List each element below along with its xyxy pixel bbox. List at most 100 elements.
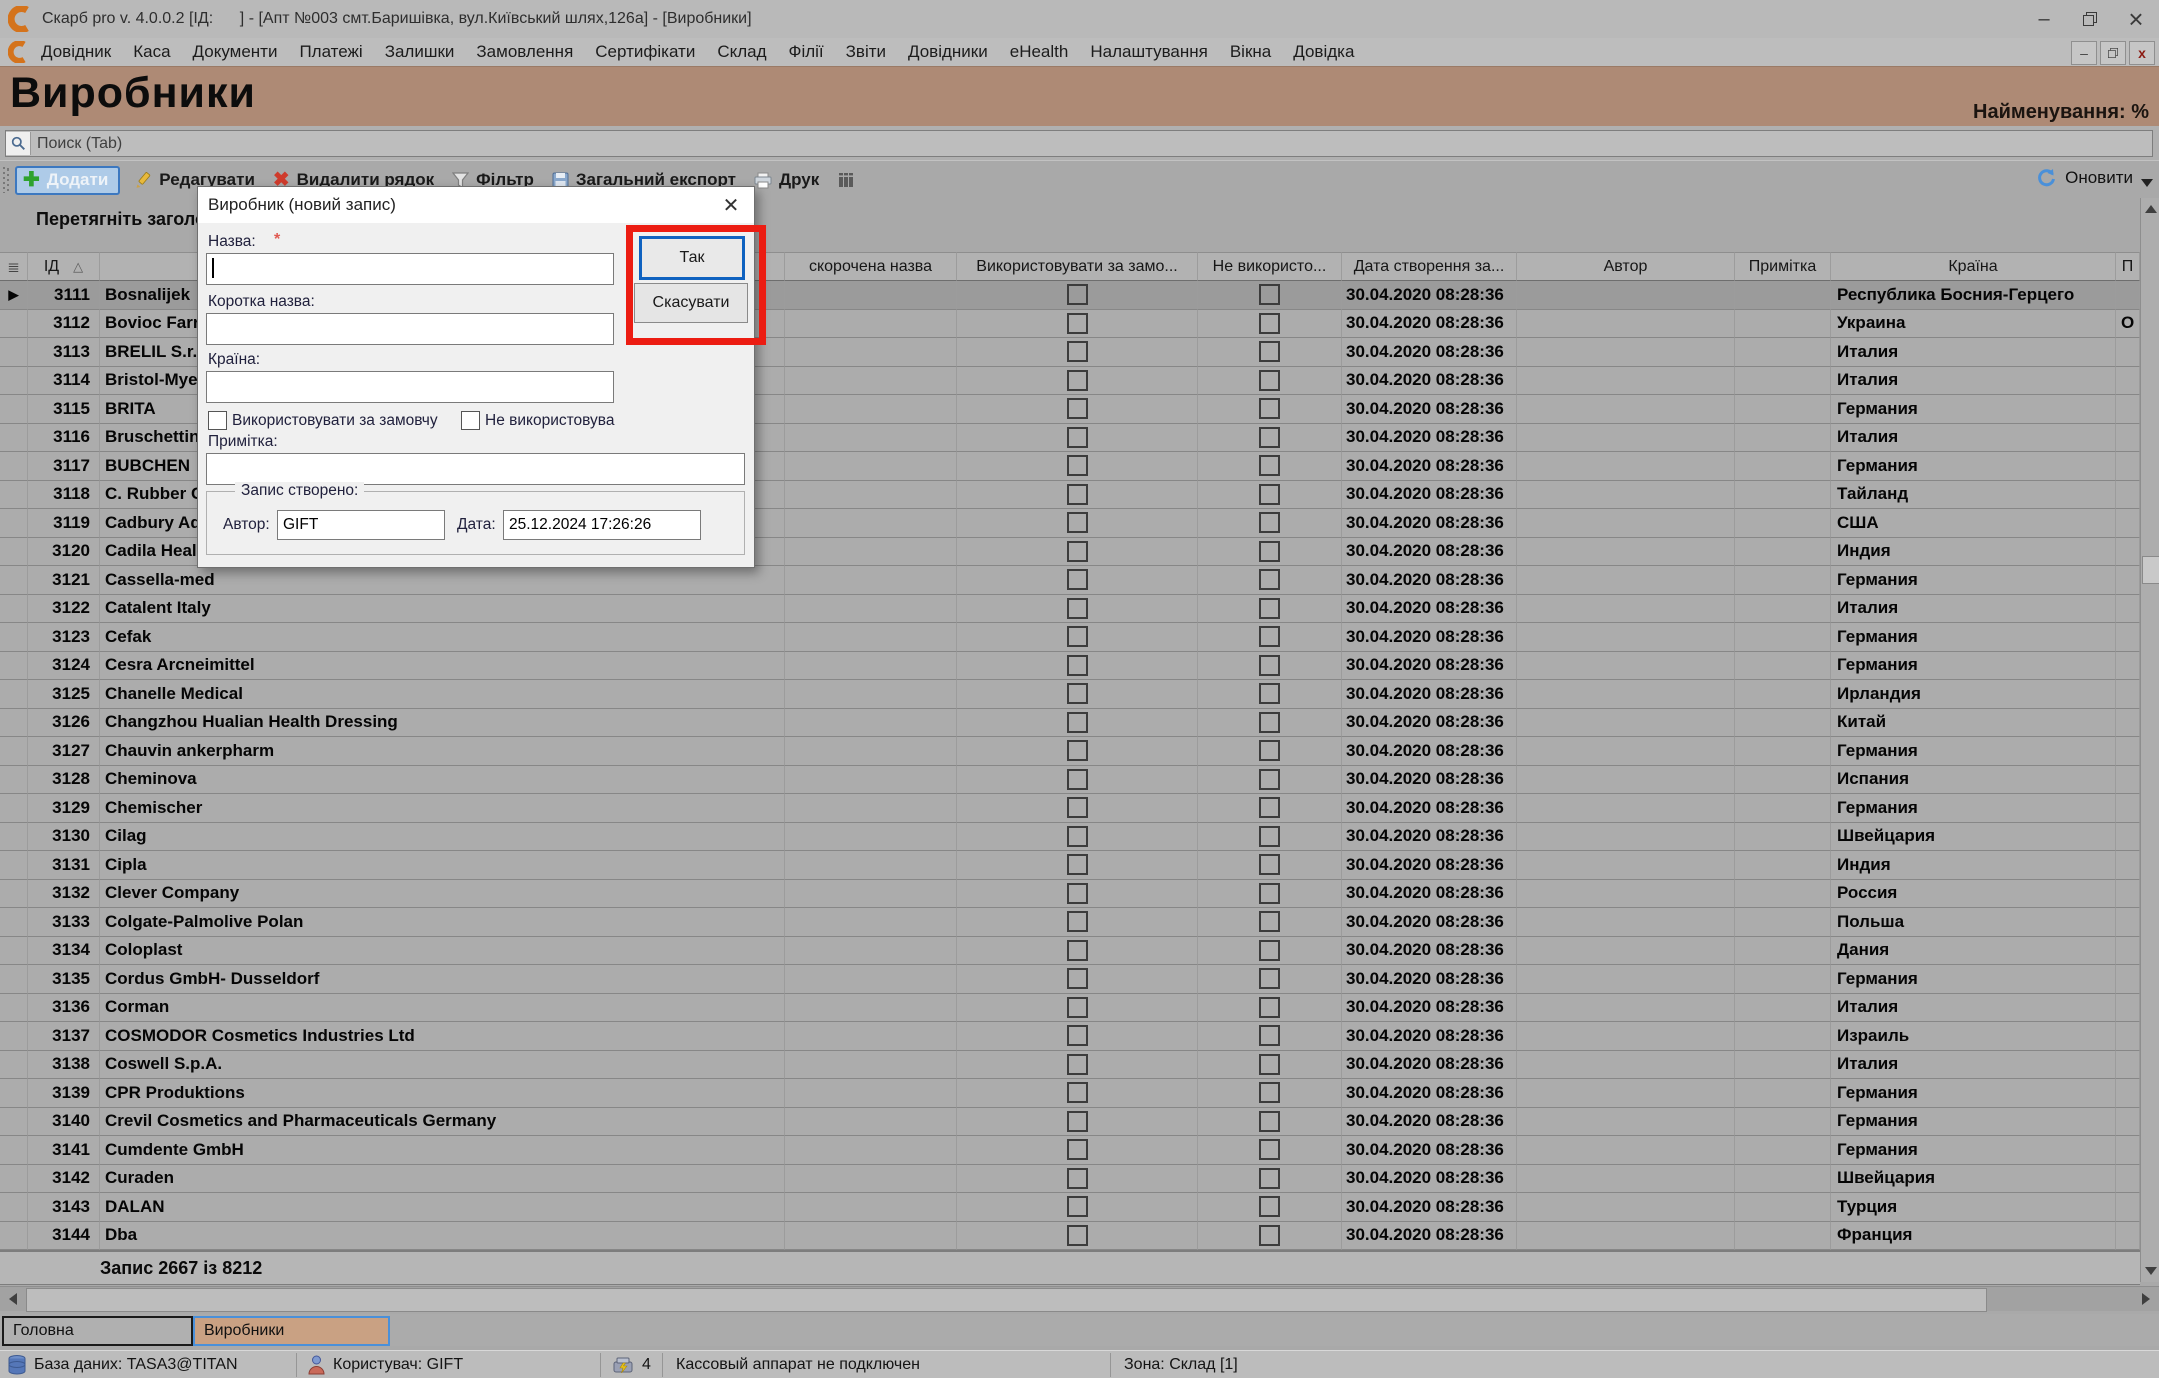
table-row[interactable]: 3139CPR Produktions30.04.2020 08:28:36Ге… (0, 1079, 2140, 1108)
toolbar-overflow-icon[interactable] (2141, 179, 2153, 187)
table-row[interactable]: 3138Coswell S.p.A.30.04.2020 08:28:36Ита… (0, 1051, 2140, 1080)
cell-not-used-checkbox[interactable] (1198, 652, 1342, 681)
checkbox-unchecked[interactable] (1259, 968, 1280, 989)
cell-not-used-checkbox[interactable] (1198, 1165, 1342, 1194)
checkbox-unchecked[interactable] (1067, 740, 1088, 761)
dialog-title-bar[interactable]: Виробник (новий запис) ✕ (198, 187, 754, 223)
cell-not-used-checkbox[interactable] (1198, 880, 1342, 909)
cell-not-used-checkbox[interactable] (1198, 1108, 1342, 1137)
table-row[interactable]: 3132Clever Company30.04.2020 08:28:36Рос… (0, 880, 2140, 909)
table-row[interactable]: 3133Colgate-Palmolive Polan30.04.2020 08… (0, 908, 2140, 937)
table-row[interactable]: 3134Coloplast30.04.2020 08:28:36Дания (0, 937, 2140, 966)
checkbox-unchecked[interactable] (1067, 1082, 1088, 1103)
cell-not-used-checkbox[interactable] (1198, 281, 1342, 310)
cell-not-used-checkbox[interactable] (1198, 965, 1342, 994)
checkbox-unchecked[interactable] (1067, 797, 1088, 818)
cell-use-default-checkbox[interactable] (957, 1222, 1198, 1251)
checkbox-unchecked[interactable] (1259, 883, 1280, 904)
cell-use-default-checkbox[interactable] (957, 1193, 1198, 1222)
menu-item-замовлення[interactable]: Замовлення (465, 42, 584, 62)
columns-button[interactable] (837, 171, 855, 189)
cell-not-used-checkbox[interactable] (1198, 395, 1342, 424)
checkbox-unchecked[interactable] (1067, 541, 1088, 562)
table-row[interactable]: 3140Crevil Cosmetics and Pharmaceuticals… (0, 1108, 2140, 1137)
table-row[interactable]: 3130Cilag30.04.2020 08:28:36Швейцария (0, 823, 2140, 852)
checkbox-unchecked[interactable] (1259, 313, 1280, 334)
table-row[interactable]: 3144Dba30.04.2020 08:28:36Франция (0, 1222, 2140, 1251)
checkbox-unchecked[interactable] (1067, 997, 1088, 1018)
name-field[interactable] (206, 253, 614, 285)
table-row[interactable]: 3126Changzhou Hualian Health Dressing30.… (0, 709, 2140, 738)
table-row[interactable]: 3123Cefak30.04.2020 08:28:36Германия (0, 623, 2140, 652)
cell-not-used-checkbox[interactable] (1198, 823, 1342, 852)
cell-not-used-checkbox[interactable] (1198, 481, 1342, 510)
cell-not-used-checkbox[interactable] (1198, 994, 1342, 1023)
cell-use-default-checkbox[interactable] (957, 709, 1198, 738)
scroll-down-icon[interactable] (2141, 1260, 2159, 1282)
menu-item-документи[interactable]: Документи (182, 42, 289, 62)
use-default-checkbox[interactable] (208, 411, 227, 430)
toolbar-grip[interactable] (3, 167, 9, 193)
checkbox-unchecked[interactable] (1259, 1225, 1280, 1246)
cell-not-used-checkbox[interactable] (1198, 1193, 1342, 1222)
checkbox-unchecked[interactable] (1259, 569, 1280, 590)
dialog-close-icon[interactable]: ✕ (708, 187, 754, 223)
not-used-checkbox[interactable] (461, 411, 480, 430)
checkbox-unchecked[interactable] (1067, 1139, 1088, 1160)
checkbox-unchecked[interactable] (1259, 940, 1280, 961)
cell-use-default-checkbox[interactable] (957, 1079, 1198, 1108)
checkbox-unchecked[interactable] (1259, 683, 1280, 704)
column-header-p[interactable]: П (2116, 252, 2140, 281)
cell-not-used-checkbox[interactable] (1198, 367, 1342, 396)
cell-not-used-checkbox[interactable] (1198, 509, 1342, 538)
cell-use-default-checkbox[interactable] (957, 965, 1198, 994)
column-header-id[interactable]: ІД△ (28, 252, 100, 281)
table-row[interactable]: 3142Curaden30.04.2020 08:28:36Швейцария (0, 1165, 2140, 1194)
checkbox-unchecked[interactable] (1067, 1025, 1088, 1046)
cell-use-default-checkbox[interactable] (957, 1108, 1198, 1137)
cell-use-default-checkbox[interactable] (957, 509, 1198, 538)
cell-use-default-checkbox[interactable] (957, 680, 1198, 709)
cell-not-used-checkbox[interactable] (1198, 680, 1342, 709)
checkbox-unchecked[interactable] (1259, 341, 1280, 362)
date-field[interactable]: 25.12.2024 17:26:26 (503, 510, 701, 540)
cell-not-used-checkbox[interactable] (1198, 766, 1342, 795)
cell-not-used-checkbox[interactable] (1198, 937, 1342, 966)
tab-manufacturers[interactable]: Виробники (193, 1316, 390, 1346)
table-row[interactable]: 3131Cipla30.04.2020 08:28:36Индия (0, 851, 2140, 880)
checkbox-unchecked[interactable] (1067, 1111, 1088, 1132)
cell-not-used-checkbox[interactable] (1198, 1136, 1342, 1165)
horizontal-scrollbar-thumb[interactable] (26, 1288, 1987, 1312)
refresh-button[interactable]: Оновити (2036, 167, 2133, 188)
cell-not-used-checkbox[interactable] (1198, 908, 1342, 937)
checkbox-unchecked[interactable] (1259, 598, 1280, 619)
cell-not-used-checkbox[interactable] (1198, 452, 1342, 481)
table-row[interactable]: 3124Cesra Arcneimittel30.04.2020 08:28:3… (0, 652, 2140, 681)
checkbox-unchecked[interactable] (1067, 569, 1088, 590)
cell-not-used-checkbox[interactable] (1198, 737, 1342, 766)
table-row[interactable]: 3143DALAN30.04.2020 08:28:36Турция (0, 1193, 2140, 1222)
cell-not-used-checkbox[interactable] (1198, 623, 1342, 652)
restore-icon[interactable] (2067, 0, 2113, 38)
minimize-icon[interactable]: – (2021, 0, 2067, 38)
checkbox-unchecked[interactable] (1259, 1082, 1280, 1103)
menu-item-звіти[interactable]: Звіти (835, 42, 897, 62)
cell-use-default-checkbox[interactable] (957, 652, 1198, 681)
checkbox-unchecked[interactable] (1067, 769, 1088, 790)
cell-use-default-checkbox[interactable] (957, 994, 1198, 1023)
scroll-up-icon[interactable] (2141, 198, 2159, 220)
column-header-created_date[interactable]: Дата створення за... (1342, 252, 1517, 281)
cell-not-used-checkbox[interactable] (1198, 424, 1342, 453)
cell-use-default-checkbox[interactable] (957, 538, 1198, 567)
cell-not-used-checkbox[interactable] (1198, 1222, 1342, 1251)
cell-use-default-checkbox[interactable] (957, 367, 1198, 396)
checkbox-unchecked[interactable] (1067, 712, 1088, 733)
cell-use-default-checkbox[interactable] (957, 395, 1198, 424)
column-header-country[interactable]: Країна (1831, 252, 2116, 281)
scroll-left-icon[interactable] (0, 1287, 26, 1311)
cell-use-default-checkbox[interactable] (957, 623, 1198, 652)
mdi-close-icon[interactable]: x (2129, 41, 2155, 65)
checkbox-unchecked[interactable] (1067, 1054, 1088, 1075)
checkbox-unchecked[interactable] (1259, 712, 1280, 733)
column-header-author[interactable]: Автор (1517, 252, 1735, 281)
